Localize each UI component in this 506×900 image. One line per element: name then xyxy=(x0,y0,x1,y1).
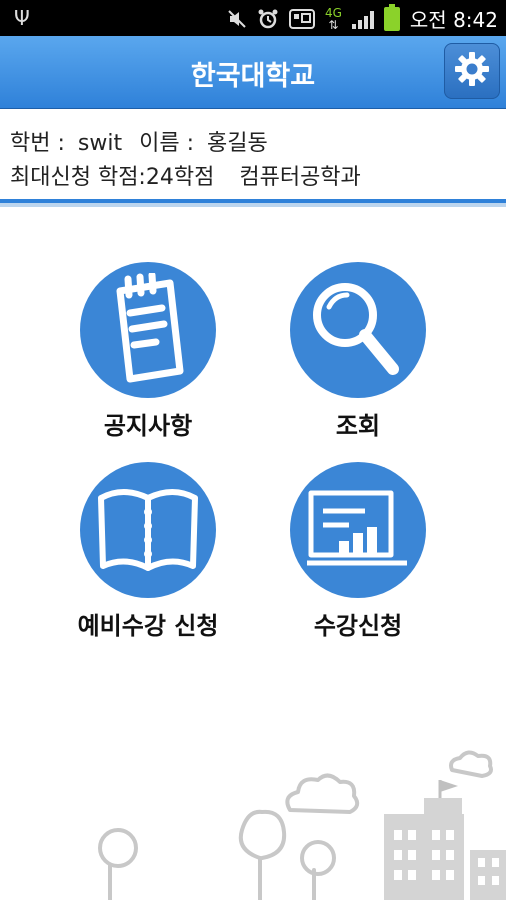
student-id-value: swit xyxy=(77,131,123,156)
usb-icon: Ψ xyxy=(14,6,30,30)
alarm-icon xyxy=(257,8,279,30)
status-bar: Ψ 4G ⇅ 오전 8:42 xyxy=(0,0,506,36)
building-icon xyxy=(384,780,506,900)
4g-icon: 4G ⇅ xyxy=(324,5,342,32)
time-prefix: 오전 xyxy=(409,8,447,32)
inquiry-label: 조회 xyxy=(335,412,381,440)
app-title: 한국대학교 xyxy=(190,61,316,92)
max-credits-label: 최대신청 학점: xyxy=(10,165,146,190)
app-icon xyxy=(288,8,315,30)
notice-label: 공지사항 xyxy=(103,412,193,440)
inquiry-circle xyxy=(290,262,426,398)
menu-notice-button[interactable]: 공지사항 xyxy=(53,262,243,441)
battery-icon xyxy=(383,3,400,31)
cloud-shape xyxy=(285,773,360,814)
clock: 오전 8:42 xyxy=(410,4,498,33)
time: 8:42 xyxy=(453,8,498,32)
registration-label: 수강신청 xyxy=(313,612,403,640)
max-credits-value: 24학점 xyxy=(145,165,215,190)
book-icon xyxy=(93,478,203,582)
magnifier-icon xyxy=(303,273,413,387)
pre-registration-label: 예비수강 신청 xyxy=(77,612,219,640)
name-label: 이름 : xyxy=(139,131,194,156)
registration-circle xyxy=(290,462,426,598)
department: 컴퓨터공학과 xyxy=(239,165,361,190)
app-header: 한국대학교 xyxy=(0,36,506,109)
student-info-line: 학번 : swit 이름 : 홍길동 xyxy=(10,125,268,157)
settings-button[interactable] xyxy=(444,43,500,99)
notice-circle xyxy=(80,262,216,398)
pre-registration-circle xyxy=(80,462,216,598)
name-value: 홍길동 xyxy=(206,131,268,156)
gear-icon xyxy=(453,50,491,92)
credit-info-line: 최대신청 학점:24학점 컴퓨터공학과 xyxy=(10,159,361,191)
board-icon xyxy=(303,483,413,577)
menu-pre-registration-button[interactable]: 예비수강 신청 xyxy=(53,462,243,641)
menu-inquiry-button[interactable]: 조회 xyxy=(263,262,453,441)
signal-icon xyxy=(351,9,374,29)
campus-illustration xyxy=(98,750,506,900)
notepad-icon xyxy=(98,271,198,387)
user-info-panel: 학번 : swit 이름 : 홍길동 최대신청 학점:24학점 컴퓨터공학과 xyxy=(0,109,506,203)
menu-registration-button[interactable]: 수강신청 xyxy=(263,462,453,641)
student-id-label: 학번 : xyxy=(10,131,65,156)
mute-icon xyxy=(227,9,247,29)
